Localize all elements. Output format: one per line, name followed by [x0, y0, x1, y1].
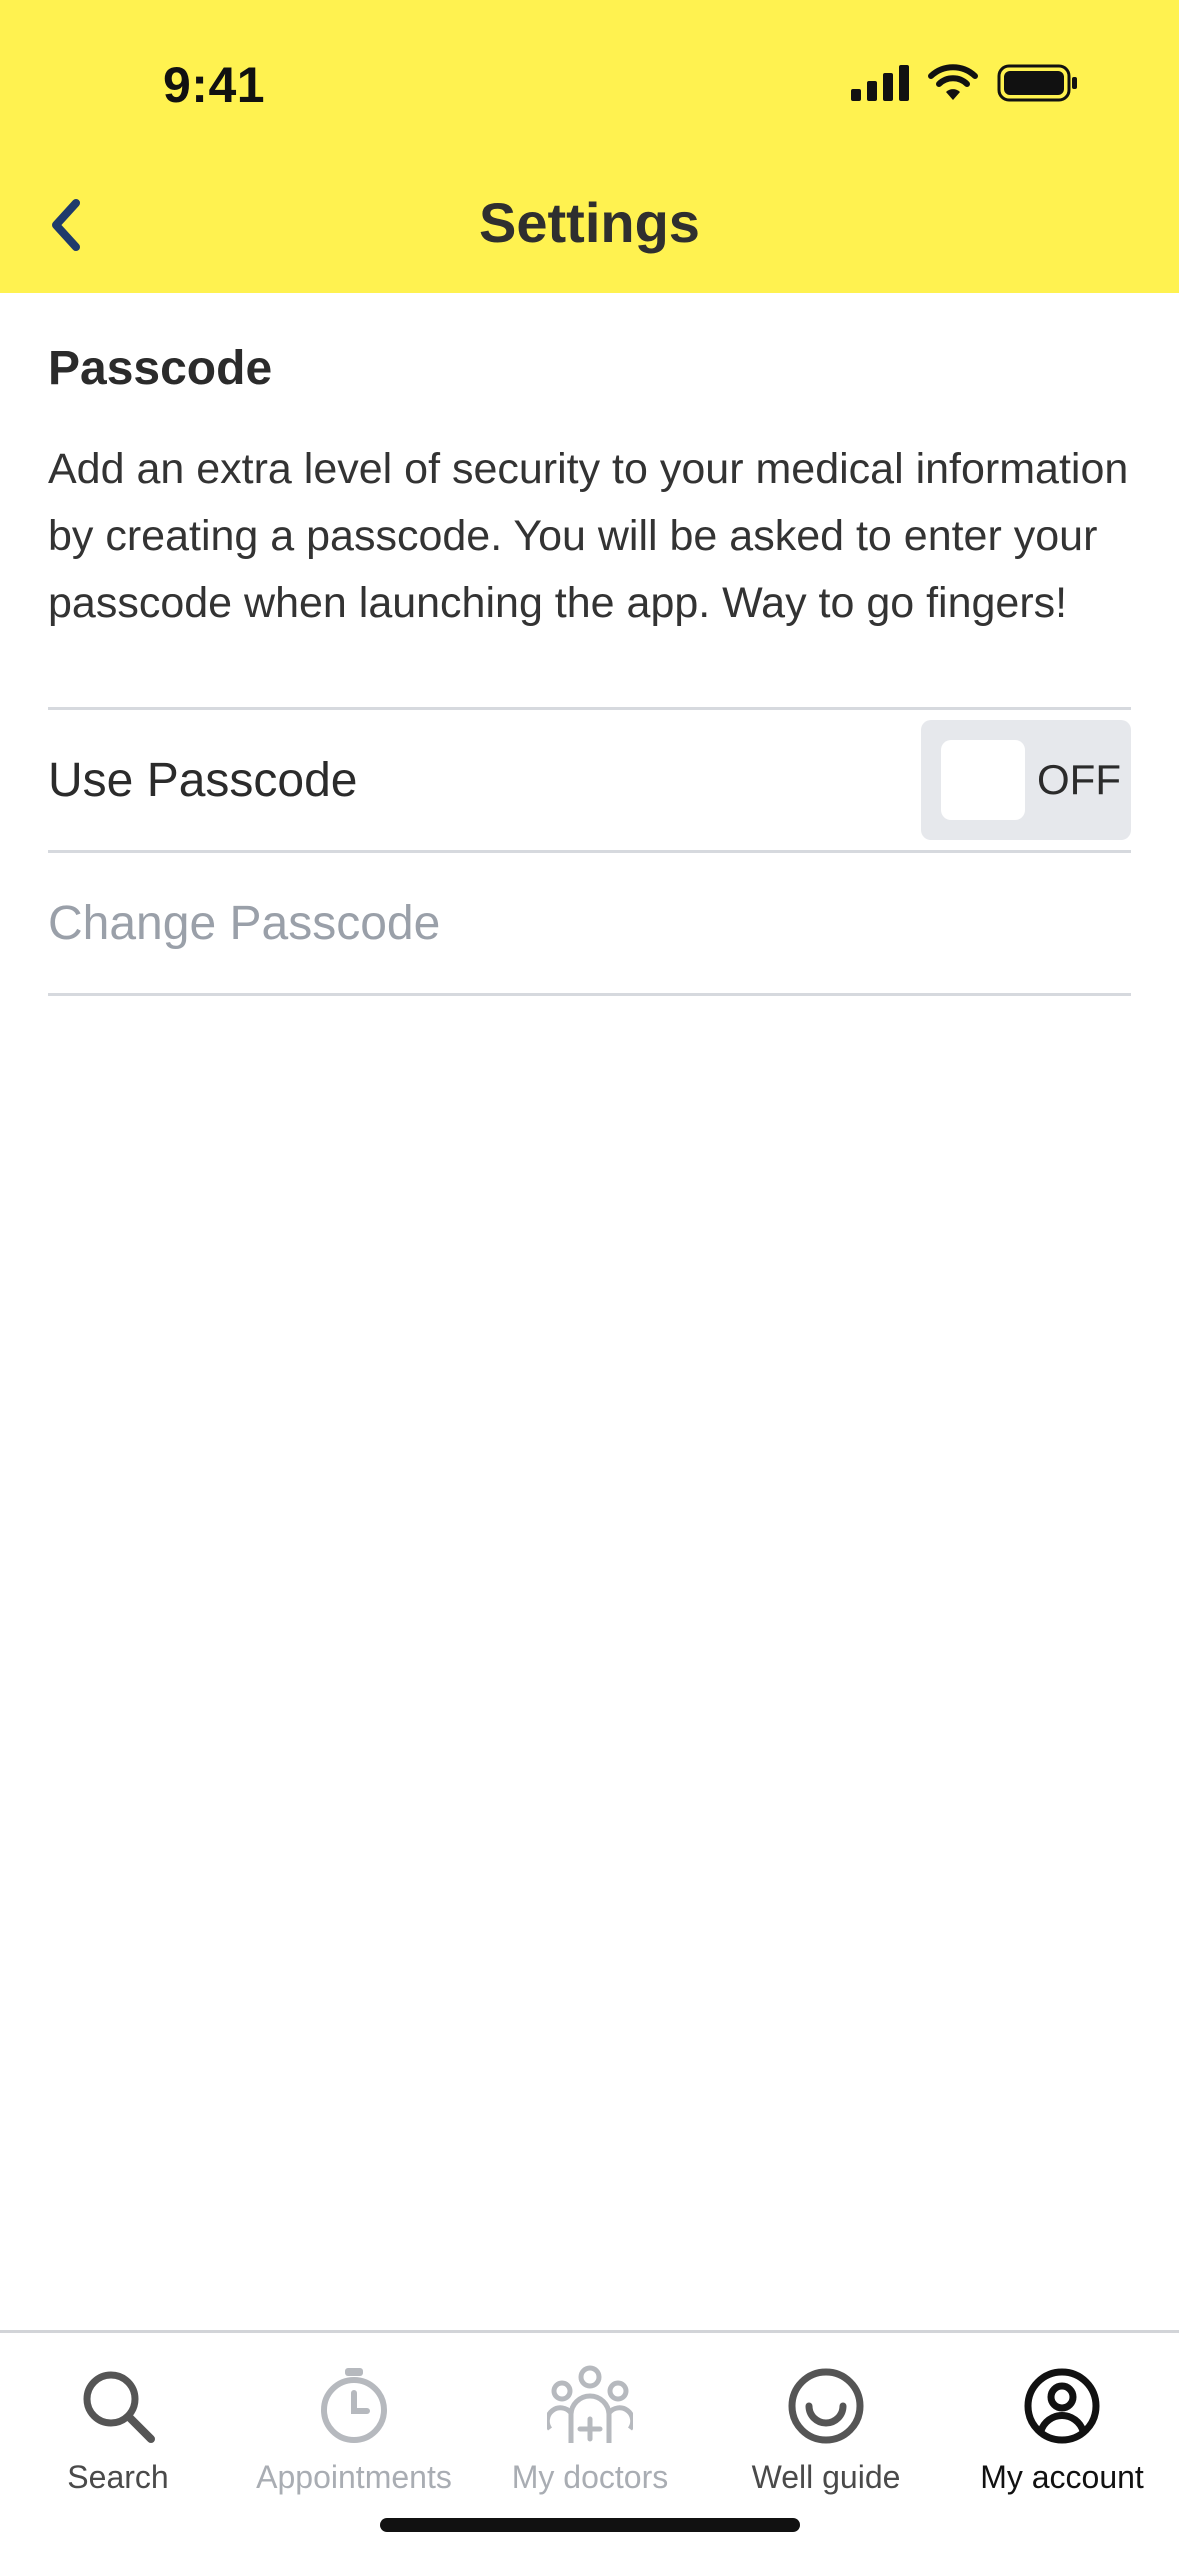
header: 9:41 Settings: [0, 0, 1179, 293]
use-passcode-toggle[interactable]: OFF: [921, 720, 1131, 840]
status-time: 9:41: [163, 57, 266, 113]
use-passcode-label: Use Passcode: [48, 753, 358, 807]
toggle-knob: [941, 740, 1025, 820]
status-icons: [851, 64, 1079, 102]
home-indicator: [380, 2518, 800, 2532]
signal-icon: [851, 65, 909, 101]
search-icon: [83, 2371, 155, 2443]
passcode-description: Add an extra level of security to your m…: [48, 445, 1129, 627]
toggle-state-text: OFF: [1037, 756, 1121, 803]
passcode-section-title: Passcode: [48, 342, 273, 395]
change-passcode-label: Change Passcode: [48, 896, 441, 950]
clock-icon: [321, 2368, 387, 2443]
change-passcode-row[interactable]: Change Passcode: [48, 850, 1131, 996]
smile-icon: [788, 2368, 864, 2444]
tab-appointments[interactable]: Appointments: [236, 2363, 472, 2496]
tab-well-guide[interactable]: Well guide: [708, 2363, 944, 2496]
account-icon: [1024, 2368, 1100, 2444]
wifi-icon: [928, 64, 978, 100]
tab-label-my-doctors: My doctors: [511, 2459, 669, 2495]
tab-label-appointments: Appointments: [256, 2459, 452, 2495]
tab-my-doctors[interactable]: My doctors: [472, 2363, 708, 2496]
tab-search[interactable]: Search: [0, 2363, 236, 2496]
tab-label-well-guide: Well guide: [751, 2459, 901, 2495]
tab-label-my-account: My account: [980, 2459, 1144, 2495]
doctors-icon: [547, 2365, 633, 2443]
tab-label-search: Search: [67, 2459, 169, 2495]
page-title: Settings: [479, 191, 700, 254]
use-passcode-row: Use Passcode OFF: [48, 707, 1131, 850]
battery-icon: [997, 64, 1077, 102]
tab-my-account[interactable]: My account: [944, 2363, 1179, 2496]
settings-content: Passcode Add an extra level of security …: [48, 293, 1131, 996]
